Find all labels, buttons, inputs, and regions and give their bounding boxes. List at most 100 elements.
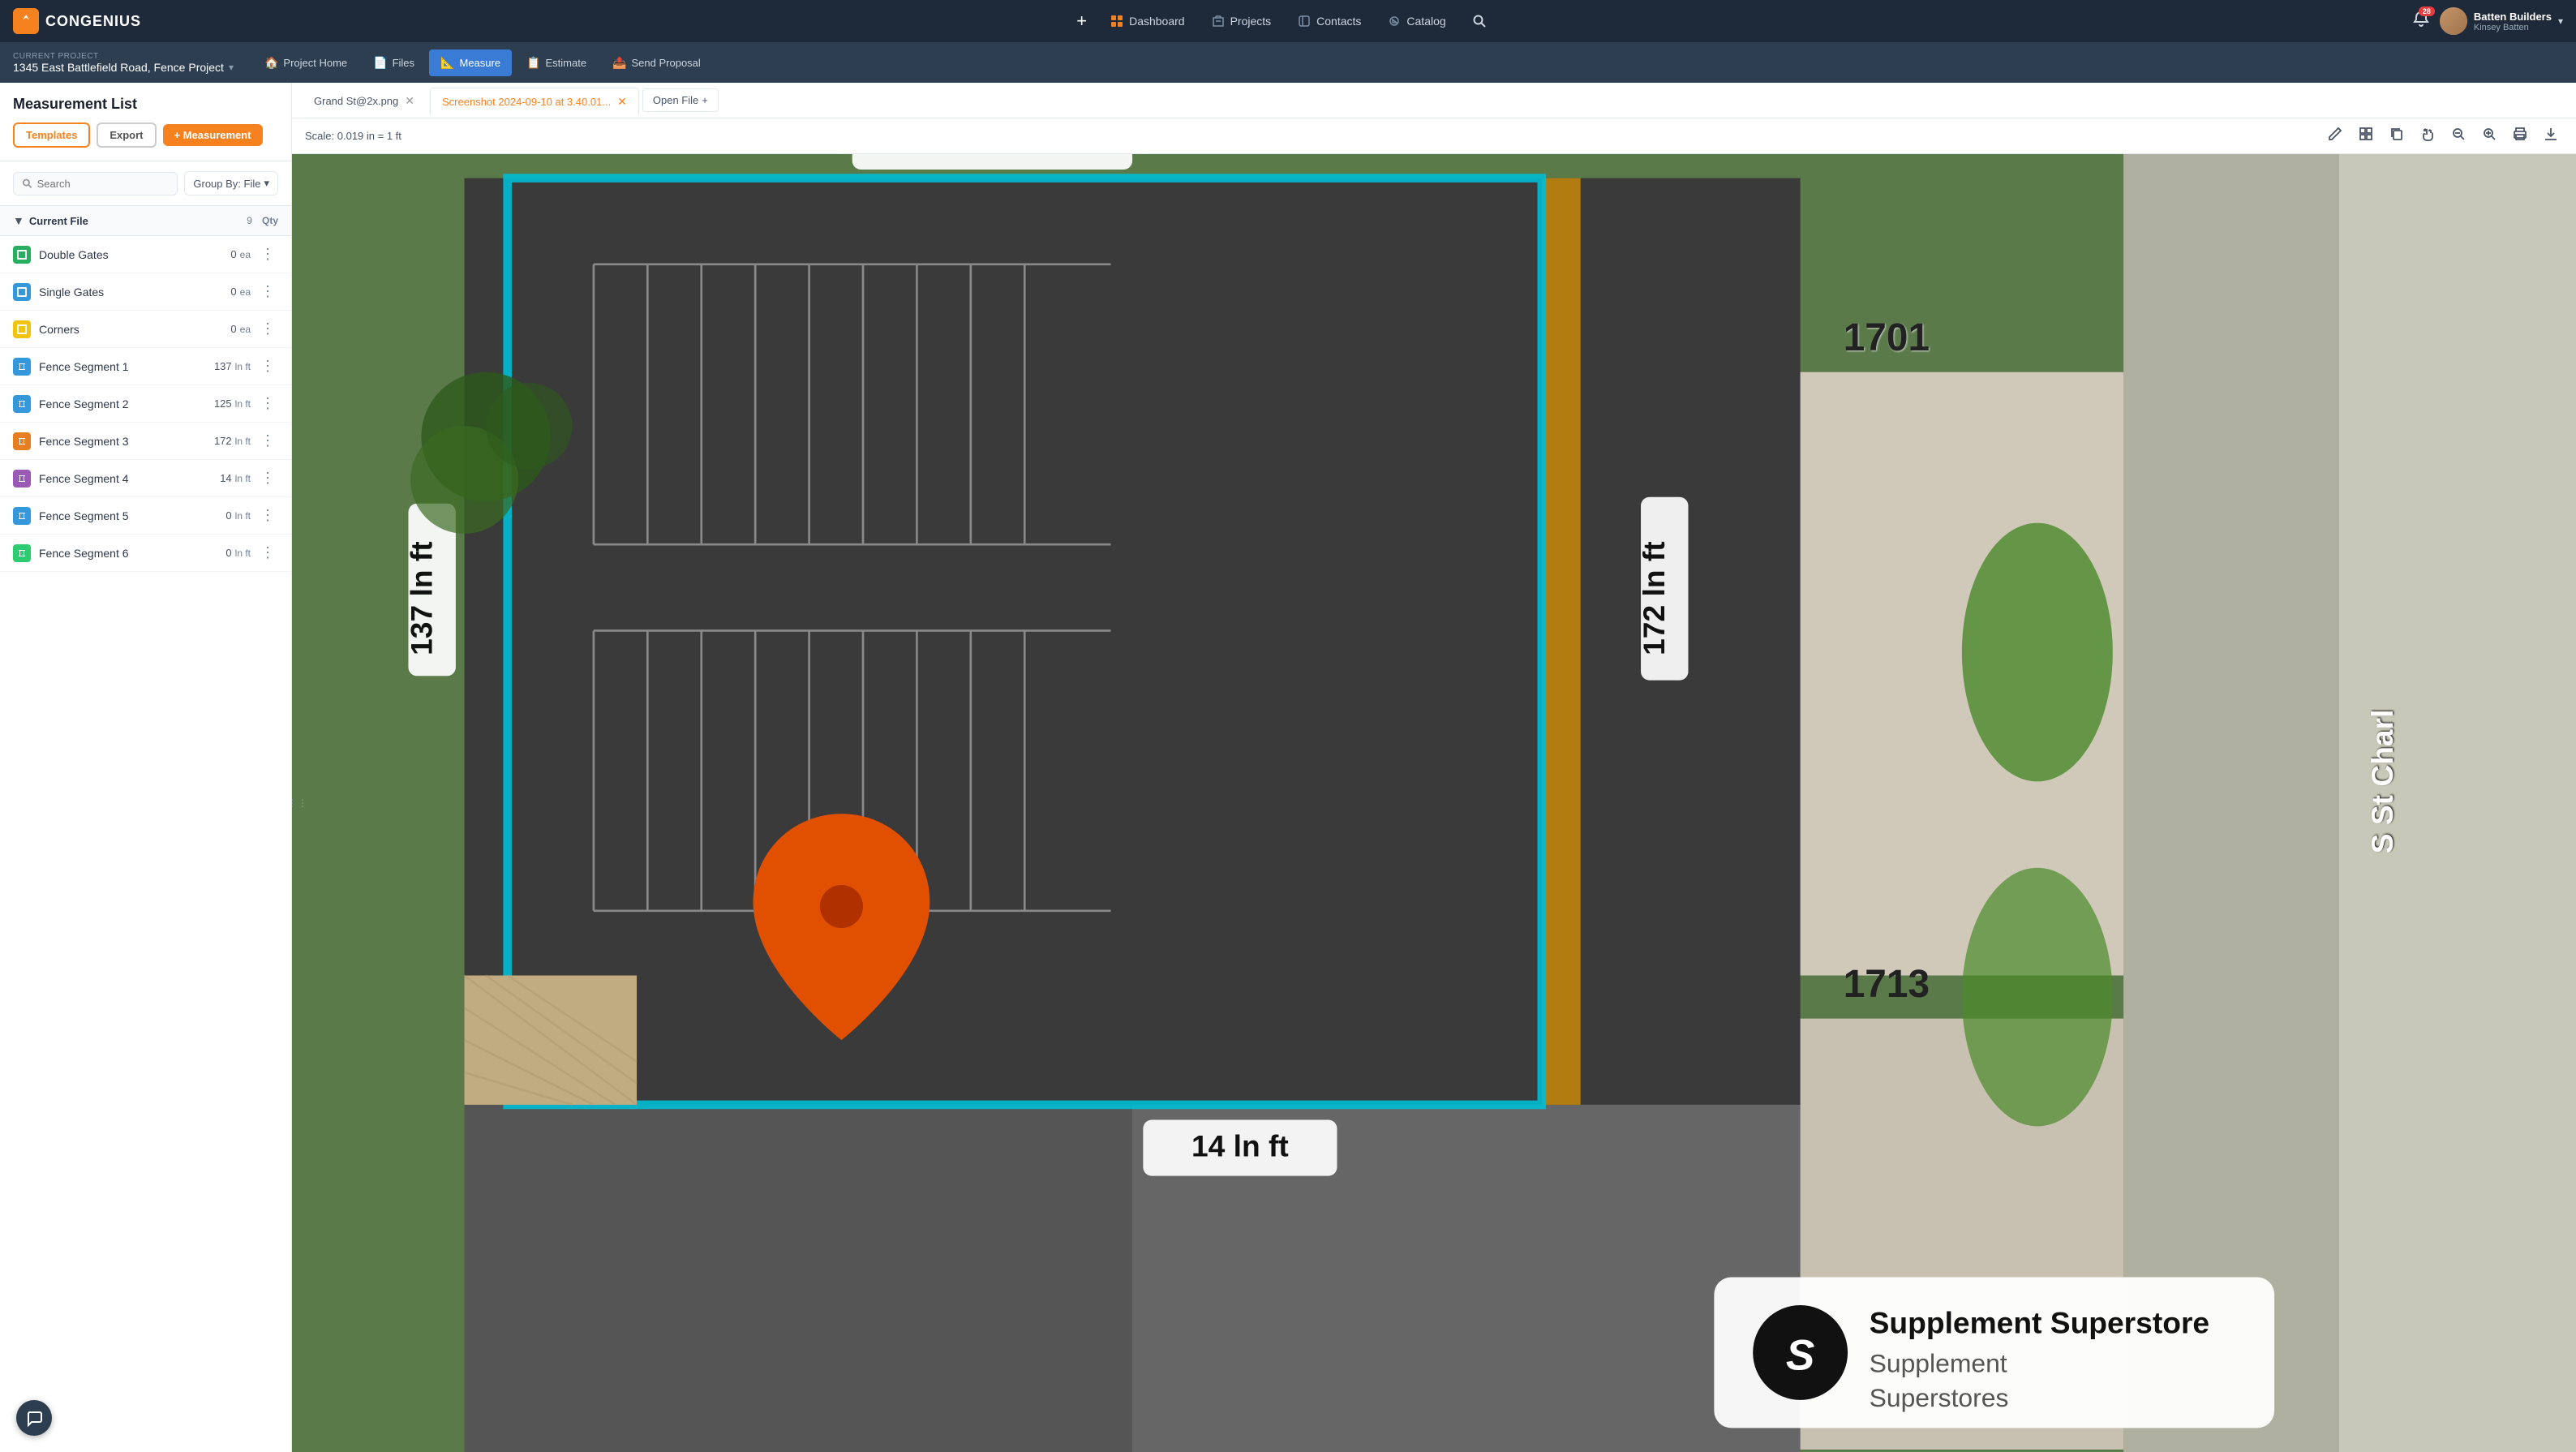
map-area[interactable]: 125 ln ft 137 ln ft 172 ln ft 14 ln ft 1… (292, 154, 2576, 1452)
item-more-corners[interactable]: ⋮ (257, 319, 278, 339)
hand-tool-button[interactable] (2415, 123, 2440, 148)
list-item[interactable]: Fence Segment 4 14 ln ft ⋮ (0, 460, 291, 497)
top-navigation: CONGENIUS + Dashboard (0, 0, 2576, 42)
item-qty-fence-3: 172 (214, 435, 232, 447)
tab-send-proposal[interactable]: 📤 Send Proposal (601, 49, 712, 76)
notifications-button[interactable]: 28 (2412, 10, 2430, 32)
list-item[interactable]: Corners 0 ea ⋮ (0, 311, 291, 348)
main-layout: Measurement List Templates Export + Meas… (0, 83, 2576, 1452)
open-file-plus-icon: + (702, 94, 708, 106)
user-area[interactable]: Batten Builders Kinsey Batten ▾ (2440, 7, 2563, 35)
download-button[interactable] (2539, 123, 2563, 148)
close-tab-screenshot-icon[interactable]: ✕ (617, 95, 627, 109)
item-icon-corners (13, 320, 31, 338)
project-name-row[interactable]: 1345 East Battlefield Road, Fence Projec… (13, 61, 234, 74)
logo-text: CONGENIUS (45, 13, 141, 30)
user-role: Kinsey Batten (2474, 23, 2552, 32)
map-svg: 125 ln ft 137 ln ft 172 ln ft 14 ln ft 1… (292, 154, 2576, 1452)
current-project-label: Current Project (13, 52, 234, 61)
group-by-label: Group By: File (193, 178, 260, 190)
nav-center: + Dashboard Projects (161, 6, 2406, 37)
group-by-button[interactable]: Group By: File ▾ (184, 171, 278, 195)
item-more-double-gates[interactable]: ⋮ (257, 244, 278, 264)
item-more-fence-1[interactable]: ⋮ (257, 356, 278, 376)
svg-text:125 ln ft: 125 ln ft (931, 154, 1054, 160)
add-button[interactable]: + (1068, 6, 1095, 37)
zoom-out-button[interactable] (2446, 123, 2471, 148)
list-item[interactable]: Fence Segment 6 0 ln ft ⋮ (0, 535, 291, 572)
item-more-fence-3[interactable]: ⋮ (257, 431, 278, 451)
item-unit-corners: ea (240, 324, 251, 335)
section-qty-label: Qty (262, 215, 278, 226)
item-icon-fence-6 (13, 544, 31, 562)
list-item[interactable]: Fence Segment 2 125 ln ft ⋮ (0, 385, 291, 423)
sidebar-actions: Templates Export + Measurement (13, 122, 278, 148)
item-name-fence-2: Fence Segment 2 (39, 397, 214, 410)
search-input[interactable] (37, 178, 170, 190)
open-file-label: Open File (653, 94, 698, 106)
list-item[interactable]: Fence Segment 5 0 ln ft ⋮ (0, 497, 291, 535)
chat-icon (25, 1409, 43, 1427)
open-file-button[interactable]: Open File + (642, 88, 719, 112)
section-title: Current File (29, 215, 247, 227)
svg-text:1713: 1713 (1844, 963, 1930, 1006)
file-tab-grand-st[interactable]: Grand St@2x.png ✕ (302, 87, 427, 114)
item-more-fence-5[interactable]: ⋮ (257, 505, 278, 526)
svg-text:Supplement Superstore: Supplement Superstore (1870, 1306, 2209, 1340)
tab-measure-label: Measure (459, 57, 500, 69)
contacts-icon (1297, 14, 1312, 28)
tab-estimate[interactable]: 📋 Estimate (515, 49, 598, 76)
projects-icon (1211, 14, 1226, 28)
item-icon-fence-3 (13, 432, 31, 450)
item-icon-fence-2 (13, 395, 31, 413)
close-tab-grand-st-icon[interactable]: ✕ (405, 94, 414, 108)
templates-button[interactable]: Templates (13, 122, 90, 148)
content-area: Grand St@2x.png ✕ Screenshot 2024-09-10 … (292, 83, 2576, 1452)
chat-button[interactable] (16, 1400, 52, 1436)
item-qty-fence-6: 0 (225, 547, 231, 559)
export-button[interactable]: Export (97, 122, 156, 148)
item-name-fence-5: Fence Segment 5 (39, 509, 225, 522)
search-nav-icon (1472, 14, 1487, 28)
logo-area[interactable]: CONGENIUS (13, 8, 141, 34)
item-icon-fence-4 (13, 470, 31, 488)
svg-text:S St Charl: S St Charl (2365, 710, 2399, 854)
item-unit-fence-1: ln ft (235, 361, 251, 372)
grid-tool-button[interactable] (2354, 123, 2378, 148)
copy-tool-button[interactable] (2385, 123, 2409, 148)
nav-catalog[interactable]: Catalog (1376, 9, 1457, 33)
drag-handle[interactable]: ⋮⋮ (292, 791, 303, 815)
scale-text: Scale: 0.019 in = 1 ft (305, 130, 401, 142)
nav-dashboard[interactable]: Dashboard (1098, 9, 1196, 33)
list-item[interactable]: Fence Segment 1 137 ln ft ⋮ (0, 348, 291, 385)
item-more-fence-4[interactable]: ⋮ (257, 468, 278, 488)
file-tabs: Grand St@2x.png ✕ Screenshot 2024-09-10 … (292, 83, 2576, 118)
files-icon: 📄 (373, 56, 387, 70)
collapse-button[interactable]: ▼ (13, 214, 24, 227)
tab-files[interactable]: 📄 Files (362, 49, 426, 76)
item-qty-fence-5: 0 (225, 509, 231, 522)
nav-projects[interactable]: Projects (1200, 9, 1283, 33)
nav-search[interactable] (1461, 9, 1498, 33)
list-item[interactable]: Fence Segment 3 172 ln ft ⋮ (0, 423, 291, 460)
item-more-fence-2[interactable]: ⋮ (257, 393, 278, 414)
tab-measure[interactable]: 📐 Measure (429, 49, 512, 76)
item-more-fence-6[interactable]: ⋮ (257, 543, 278, 563)
pencil-tool-button[interactable] (2323, 123, 2347, 148)
list-item[interactable]: Double Gates 0 ea ⋮ (0, 236, 291, 273)
nav-contacts[interactable]: Contacts (1286, 9, 1372, 33)
file-tab-screenshot[interactable]: Screenshot 2024-09-10 at 3.40.01... ✕ (430, 88, 639, 115)
send-icon: 📤 (612, 56, 626, 70)
item-more-single-gates[interactable]: ⋮ (257, 281, 278, 302)
list-section-header: ▼ Current File 9 Qty (0, 206, 291, 236)
svg-text:S: S (1786, 1332, 1814, 1380)
map-toolbar: Scale: 0.019 in = 1 ft (292, 118, 2576, 154)
list-item[interactable]: Single Gates 0 ea ⋮ (0, 273, 291, 311)
item-name-single-gates: Single Gates (39, 286, 230, 299)
add-measurement-button[interactable]: + Measurement (163, 124, 263, 146)
print-button[interactable] (2508, 123, 2532, 148)
zoom-in-button[interactable] (2477, 123, 2501, 148)
tab-project-home[interactable]: 🏠 Project Home (253, 49, 358, 76)
estimate-icon: 📋 (526, 56, 540, 70)
search-box[interactable] (13, 172, 178, 195)
